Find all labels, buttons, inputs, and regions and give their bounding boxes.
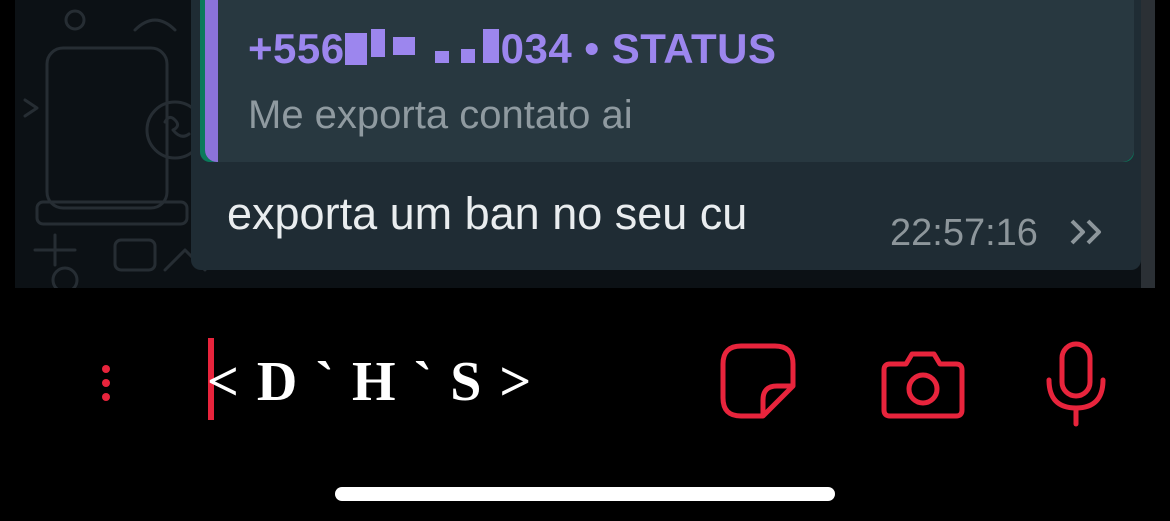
quoted-sender-prefix: +556 <box>248 25 345 72</box>
quoted-sender: +556 034 • STATUS <box>248 25 777 73</box>
sticker-icon[interactable] <box>719 342 797 420</box>
message-time: 22:57:16 <box>890 212 1038 254</box>
home-indicator[interactable] <box>335 487 835 501</box>
microphone-icon[interactable] <box>1043 340 1109 428</box>
quoted-reply[interactable]: +556 034 • STATUS Me exporta contato ai <box>205 0 1134 162</box>
scrollbar-strip <box>1141 0 1155 288</box>
quoted-text: Me exporta contato ai <box>248 93 633 137</box>
camera-icon[interactable] <box>880 350 966 420</box>
chat-screen: +556 034 • STATUS Me exporta contato ai e… <box>0 0 1170 521</box>
quoted-sender-suffix: 034 • STATUS <box>500 25 777 72</box>
quote-bar <box>205 0 218 162</box>
more-vertical-icon[interactable] <box>96 364 116 402</box>
redaction-mask <box>344 25 501 69</box>
double-check-icon <box>1070 219 1101 245</box>
message-text: exporta um ban no seu cu <box>227 188 748 239</box>
message-input-value: < D ` H ` S > <box>207 351 534 413</box>
